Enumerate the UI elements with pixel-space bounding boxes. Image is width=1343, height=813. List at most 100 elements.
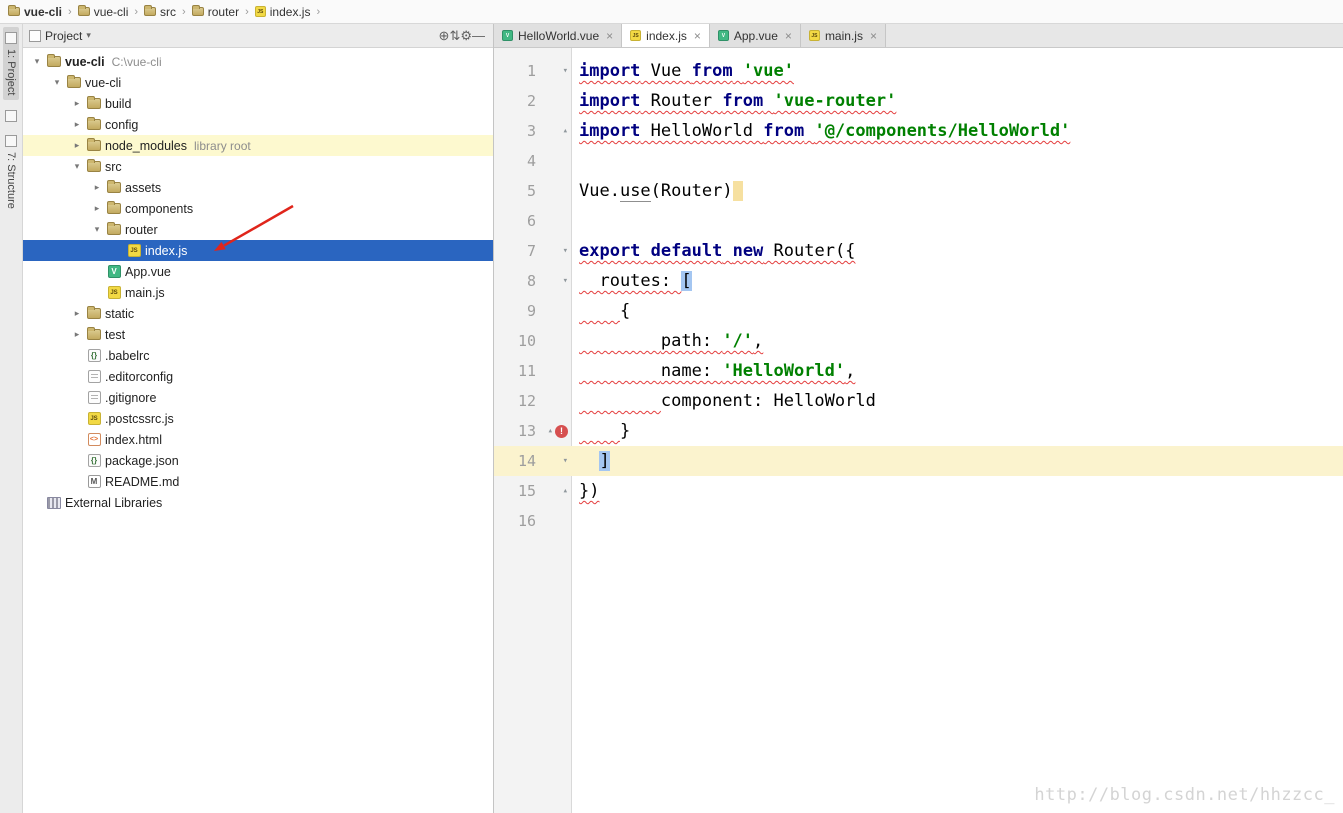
tree-item-index-js[interactable]: JS index.js xyxy=(23,240,493,261)
locate-icon[interactable]: ⊕ xyxy=(439,28,450,43)
breadcrumb-item-vue-cli[interactable]: vue-cli xyxy=(6,4,64,20)
tab-label: index.js xyxy=(646,28,687,43)
code-text[interactable] xyxy=(572,206,579,236)
tree-item-router[interactable]: ▾ router xyxy=(23,219,493,240)
fold-up-icon[interactable]: ▴ xyxy=(563,126,568,136)
fold-down-icon[interactable]: ▾ xyxy=(563,66,568,76)
code-text[interactable]: name: 'HelloWorld', xyxy=(572,356,856,386)
chevron-expanded-icon[interactable]: ▾ xyxy=(69,161,85,172)
chevron-collapsed-icon[interactable]: ▸ xyxy=(69,329,85,340)
code-text[interactable]: path: '/', xyxy=(572,326,763,356)
breadcrumb-item-index-js[interactable]: JS index.js xyxy=(253,4,313,20)
code-text[interactable]: import Router from 'vue-router' xyxy=(572,86,896,116)
chevron-collapsed-icon[interactable]: ▸ xyxy=(89,182,105,193)
close-icon[interactable]: × xyxy=(870,29,877,43)
code-line-13[interactable]: 13 ▴! } xyxy=(494,416,1343,446)
close-icon[interactable]: × xyxy=(606,29,613,43)
chevron-expanded-icon[interactable]: ▾ xyxy=(29,56,45,67)
close-icon[interactable]: × xyxy=(694,29,701,43)
chevron-expanded-icon[interactable]: ▾ xyxy=(89,224,105,235)
code-line-5[interactable]: 5 Vue.use(Router) xyxy=(494,176,1343,206)
chevron-collapsed-icon[interactable]: ▸ xyxy=(69,308,85,319)
code-line-1[interactable]: 1 ▾ import Vue from 'vue' xyxy=(494,56,1343,86)
tree-item-index-html[interactable]: <> index.html xyxy=(23,429,493,450)
chevron-collapsed-icon[interactable]: ▸ xyxy=(69,119,85,130)
tree-item-src[interactable]: ▾ src xyxy=(23,156,493,177)
json-file-icon: {} xyxy=(87,349,101,362)
tab-index-js[interactable]: JS index.js × xyxy=(622,24,710,47)
tree-item-main-js[interactable]: JS main.js xyxy=(23,282,493,303)
tree-item-assets[interactable]: ▸ assets xyxy=(23,177,493,198)
chevron-collapsed-icon[interactable]: ▸ xyxy=(89,203,105,214)
code-text[interactable]: }) xyxy=(572,476,599,506)
code-line-3[interactable]: 3 ▴ import HelloWorld from '@/components/H… xyxy=(494,116,1343,146)
code-editor[interactable]: 1 ▾ import Vue from 'vue' 2 import Router fr… xyxy=(494,48,1343,813)
tool-window-button-structure[interactable]: 7: Structure xyxy=(3,130,19,214)
code-line-6[interactable]: 6 xyxy=(494,206,1343,236)
tree-item-external-libraries[interactable]: External Libraries xyxy=(23,492,493,513)
fold-column: ▾ xyxy=(536,446,572,476)
tree-item-components[interactable]: ▸ components xyxy=(23,198,493,219)
code-text[interactable]: export default new Router({ xyxy=(572,236,855,266)
tree-item-test[interactable]: ▸ test xyxy=(23,324,493,345)
fold-down-icon[interactable]: ▾ xyxy=(563,456,568,466)
code-line-11[interactable]: 11 name: 'HelloWorld', xyxy=(494,356,1343,386)
code-line-16[interactable]: 16 xyxy=(494,506,1343,536)
tree-item-gitignore[interactable]: .gitignore xyxy=(23,387,493,408)
tree-item-label: .gitignore xyxy=(105,390,157,405)
code-line-14[interactable]: 14 ▾ ] xyxy=(494,446,1343,476)
code-line-15[interactable]: 15 ▴}) xyxy=(494,476,1343,506)
code-text[interactable]: { xyxy=(572,296,630,326)
code-text[interactable] xyxy=(572,146,579,176)
breadcrumb-item-router[interactable]: router xyxy=(190,4,241,20)
code-text[interactable] xyxy=(572,506,579,536)
fold-down-icon[interactable]: ▾ xyxy=(563,276,568,286)
collapse-all-icon[interactable]: ⇅ xyxy=(449,28,460,43)
hide-panel-icon[interactable]: ― xyxy=(472,28,485,43)
tree-item-vue-cli[interactable]: ▾ vue-cli C:\vue-cli xyxy=(23,51,493,72)
tree-item-babelrc[interactable]: {} .babelrc xyxy=(23,345,493,366)
code-line-12[interactable]: 12 component: HelloWorld xyxy=(494,386,1343,416)
chevron-collapsed-icon[interactable]: ▸ xyxy=(69,98,85,109)
code-text[interactable]: import HelloWorld from '@/components/Hel… xyxy=(572,116,1070,146)
code-line-9[interactable]: 9 { xyxy=(494,296,1343,326)
code-text[interactable]: import Vue from 'vue' xyxy=(572,56,794,86)
favorites-tool-icon[interactable] xyxy=(5,110,17,123)
code-line-4[interactable]: 4 xyxy=(494,146,1343,176)
tree-item-editorconfig[interactable]: .editorconfig xyxy=(23,366,493,387)
breadcrumb-item-vue-cli[interactable]: vue-cli xyxy=(76,4,131,20)
code-line-2[interactable]: 2 import Router from 'vue-router' xyxy=(494,86,1343,116)
tree-item-config[interactable]: ▸ config xyxy=(23,114,493,135)
code-text[interactable]: ] xyxy=(572,446,610,476)
code-text[interactable]: routes: [ xyxy=(572,266,692,296)
close-icon[interactable]: × xyxy=(785,29,792,43)
project-panel-title[interactable]: Project xyxy=(45,29,82,43)
tab-app-vue[interactable]: V App.vue × xyxy=(709,24,801,47)
tree-item-readme-md[interactable]: M README.md xyxy=(23,471,493,492)
tree-item-icon-wrap xyxy=(85,117,103,130)
breadcrumb-item-src[interactable]: src xyxy=(142,4,178,20)
fold-up-icon[interactable]: ▴ xyxy=(563,486,568,496)
code-line-10[interactable]: 10 path: '/', xyxy=(494,326,1343,356)
tree-item-package-json[interactable]: {} package.json xyxy=(23,450,493,471)
tool-window-button-project[interactable]: 1: Project xyxy=(3,27,19,101)
tree-item-vue-cli[interactable]: ▾ vue-cli xyxy=(23,72,493,93)
tree-item-postcssrc-js[interactable]: JS .postcssrc.js xyxy=(23,408,493,429)
code-text[interactable]: } xyxy=(572,416,630,446)
settings-gear-icon[interactable]: ⚙ xyxy=(460,28,472,43)
tab-helloworld-vue[interactable]: V HelloWorld.vue × xyxy=(494,24,623,47)
chevron-collapsed-icon[interactable]: ▸ xyxy=(69,140,85,151)
tree-item-static[interactable]: ▸ static xyxy=(23,303,493,324)
code-text[interactable]: component: HelloWorld xyxy=(572,386,876,416)
tree-item-app-vue[interactable]: V App.vue xyxy=(23,261,493,282)
code-line-8[interactable]: 8 ▾ routes: [ xyxy=(494,266,1343,296)
code-line-7[interactable]: 7 ▾ export default new Router({ xyxy=(494,236,1343,266)
tree-item-node-modules[interactable]: ▸ node_modules library root xyxy=(23,135,493,156)
tab-main-js[interactable]: JS main.js × xyxy=(800,24,886,47)
chevron-expanded-icon[interactable]: ▾ xyxy=(49,77,65,88)
chevron-down-icon[interactable]: ▾ xyxy=(86,30,91,41)
code-text[interactable]: Vue.use(Router) xyxy=(572,176,743,206)
fold-up-icon[interactable]: ▴ xyxy=(548,426,553,436)
fold-down-icon[interactable]: ▾ xyxy=(563,246,568,256)
tree-item-build[interactable]: ▸ build xyxy=(23,93,493,114)
